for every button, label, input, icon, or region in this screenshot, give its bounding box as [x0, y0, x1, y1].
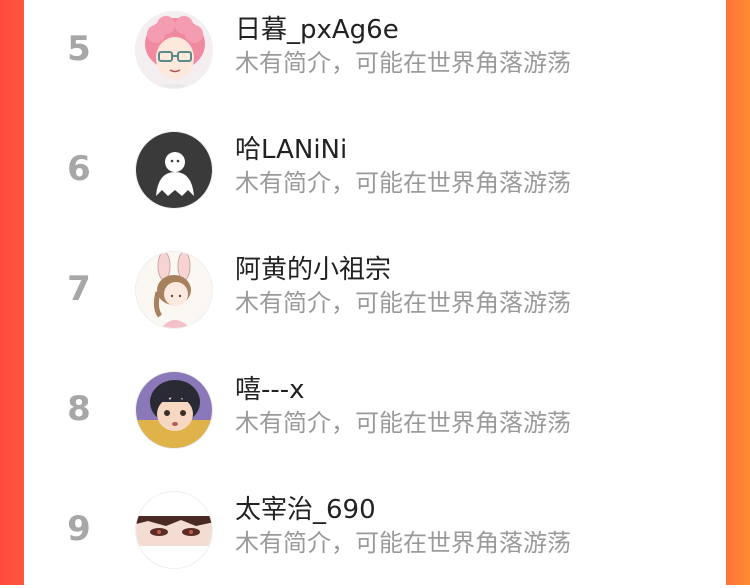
avatar-anime-boy-icon — [136, 372, 212, 448]
user-name: 太宰治_690 — [235, 495, 376, 525]
rank-number: 6 — [67, 149, 91, 189]
rank-number: 9 — [67, 509, 91, 549]
user-name: 阿黄的小祖宗 — [235, 255, 392, 285]
avatar[interactable] — [135, 371, 213, 449]
avatar[interactable] — [135, 251, 213, 329]
ranking-list-panel: 5 日暮_pxAg6e 木有简介，可能在世界角落游荡 6 哈LANiNi 木有简… — [24, 0, 726, 585]
user-name: 哈LANiNi — [235, 135, 348, 165]
rank-number: 7 — [67, 269, 91, 309]
user-bio: 木有简介，可能在世界角落游荡 — [235, 289, 571, 317]
avatar-pink-hair-glasses-icon — [136, 12, 212, 88]
user-bio: 木有简介，可能在世界角落游荡 — [235, 409, 571, 437]
user-bio: 木有简介，可能在世界角落游荡 — [235, 529, 571, 557]
list-item[interactable]: 8 嘻---x 木有简介，可能在世界角落游荡 — [24, 348, 726, 468]
list-item[interactable]: 6 哈LANiNi 木有简介，可能在世界角落游荡 — [24, 108, 726, 228]
user-name: 日暮_pxAg6e — [235, 15, 399, 45]
user-bio: 木有简介，可能在世界角落游荡 — [235, 49, 571, 77]
user-name: 嘻---x — [235, 375, 305, 405]
avatar[interactable] — [135, 491, 213, 569]
avatar[interactable] — [135, 11, 213, 89]
list-item[interactable]: 5 日暮_pxAg6e 木有简介，可能在世界角落游荡 — [24, 0, 726, 108]
avatar-white-ghost-dark-icon — [136, 132, 212, 208]
user-bio: 木有简介，可能在世界角落游荡 — [235, 169, 571, 197]
avatar[interactable] — [135, 131, 213, 209]
avatar-anime-eyes-icon — [136, 492, 212, 568]
rank-number: 8 — [67, 389, 91, 429]
list-item[interactable]: 9 太宰治_690 木有简介，可能在世界角落游荡 — [24, 468, 726, 588]
rank-number: 5 — [67, 29, 91, 69]
list-item[interactable]: 7 阿黄的小祖宗 木有简介，可能在世界角落游荡 — [24, 228, 726, 348]
avatar-bunny-girl-icon — [136, 252, 212, 328]
